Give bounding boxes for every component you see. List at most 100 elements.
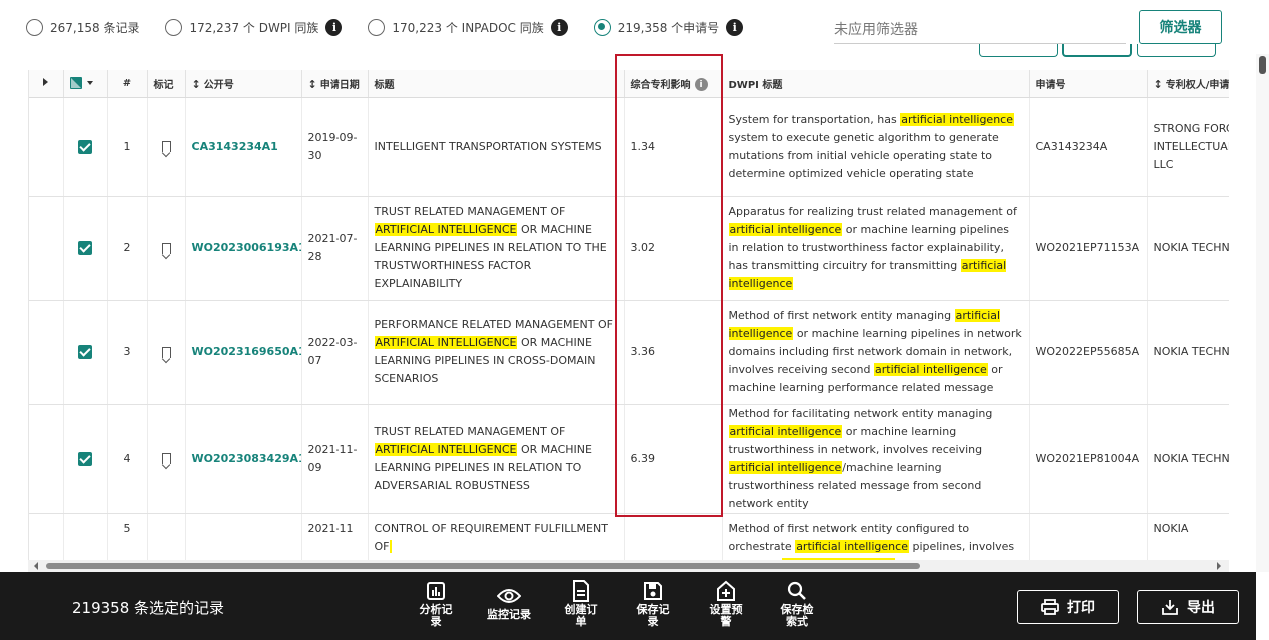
text-segment: System for transportation, has bbox=[728, 112, 901, 126]
set-alert-button[interactable]: 设置预 警 bbox=[696, 580, 756, 628]
radio-button-checked[interactable] bbox=[593, 18, 611, 36]
toolbar-button-edge[interactable] bbox=[1062, 44, 1132, 57]
header-assignee[interactable]: ↕专利权人/申请人 bbox=[1147, 70, 1229, 98]
monitor-records-button[interactable]: 监控记录 bbox=[479, 580, 539, 621]
publication-number-link[interactable]: CA3143234A1 bbox=[185, 97, 302, 197]
application-date: 2019-09-30 bbox=[301, 97, 369, 197]
mark-cell[interactable] bbox=[147, 97, 186, 197]
row-index: 1 bbox=[107, 97, 148, 197]
search-icon bbox=[787, 581, 806, 600]
radio-button[interactable] bbox=[165, 18, 183, 36]
header-publication[interactable]: ↕ 公开号 bbox=[185, 70, 302, 98]
expand-cell[interactable] bbox=[29, 196, 64, 301]
print-label: 打印 bbox=[1067, 600, 1095, 616]
select-cell[interactable] bbox=[63, 404, 108, 514]
vertical-scrollbar[interactable] bbox=[1256, 54, 1269, 572]
filter-status-field[interactable]: 未应用筛选器 bbox=[834, 12, 1126, 44]
select-cell[interactable] bbox=[63, 196, 108, 301]
radio-button[interactable] bbox=[368, 18, 386, 36]
scroll-left-icon[interactable] bbox=[34, 562, 38, 570]
select-cell[interactable] bbox=[63, 97, 108, 197]
header-app-date[interactable]: ↕ 申请日期 bbox=[301, 70, 369, 98]
expand-cell[interactable] bbox=[29, 300, 64, 405]
row-checkbox-checked[interactable] bbox=[78, 345, 92, 359]
filter-button[interactable]: 筛选器 bbox=[1139, 10, 1222, 44]
info-icon[interactable]: i bbox=[694, 78, 708, 91]
table-row[interactable]: 3 WO2023169650A1 2022-03-07 PERFORMANCE REL… bbox=[29, 300, 1229, 405]
sort-icon[interactable]: ↕ bbox=[308, 78, 317, 91]
radio-dwpi-family[interactable]: 172,237 个 DWPI 同族 i bbox=[165, 18, 343, 36]
table-row[interactable]: 4 WO2023083429A1 2021-11-09 TRUST RELATED M… bbox=[29, 404, 1229, 514]
selected-count: 219358 条选定的记录 bbox=[72, 599, 225, 617]
publication-number-link[interactable]: WO2023006193A1 bbox=[185, 196, 302, 301]
publication-number[interactable]: WO2023169650A1 bbox=[192, 345, 301, 358]
publication-number[interactable]: WO2023083429A1 bbox=[192, 452, 301, 465]
table-row[interactable]: 2 WO2023006193A1 2021-07-28 TRUST RELATED M… bbox=[29, 196, 1229, 301]
expand-cell[interactable] bbox=[29, 97, 64, 197]
select-all-checkbox-icon[interactable] bbox=[69, 77, 82, 90]
select-all-header[interactable] bbox=[63, 70, 108, 98]
export-button[interactable]: 导出 bbox=[1137, 590, 1239, 624]
table-header-row: # 标记 ↕ 公开号 ↕ 申请日期 标题 综合专利影响 i DWPI 标题 申请号 ↕… bbox=[29, 70, 1229, 98]
publication-number[interactable]: WO2023006193A1 bbox=[192, 241, 301, 254]
table-row[interactable]: 1 CA3143234A1 2019-09-30 INTELLIGENT TRANSP… bbox=[29, 97, 1229, 197]
mark-cell[interactable] bbox=[147, 404, 186, 514]
text-segment: PERFORMANCE RELATED MANAGEMENT OF bbox=[374, 318, 613, 331]
publication-number-link[interactable]: WO2023083429A1 bbox=[185, 404, 302, 514]
application-number: WO2021EP71153A bbox=[1029, 196, 1148, 301]
analyze-records-button[interactable]: 分析记 录 bbox=[406, 580, 466, 628]
row-index: 2 bbox=[107, 196, 148, 301]
header-label: 申请日期 bbox=[319, 79, 360, 91]
action-label: 监控记录 bbox=[487, 608, 531, 621]
scroll-right-icon[interactable] bbox=[1217, 562, 1221, 570]
bookmark-icon[interactable] bbox=[161, 141, 171, 152]
info-icon[interactable]: i bbox=[550, 18, 568, 36]
toolbar-button-edge[interactable] bbox=[1137, 44, 1216, 57]
dwpi-title: Method for facilitating network entity m… bbox=[722, 404, 1030, 514]
horizontal-scrollbar[interactable] bbox=[28, 560, 1229, 572]
radio-records[interactable]: 267,158 条记录 bbox=[26, 18, 139, 36]
sort-icon[interactable]: ↕ bbox=[192, 78, 201, 91]
filter-placeholder: 未应用筛选器 bbox=[834, 22, 918, 38]
radio-inpadoc-family[interactable]: 170,223 个 INPADOC 同族 i bbox=[368, 18, 568, 36]
publication-number-link[interactable] bbox=[185, 513, 302, 560]
expand-all-header[interactable] bbox=[29, 70, 64, 98]
radio-application-number[interactable]: 219,358 个申请号 i bbox=[593, 18, 744, 36]
bookmark-icon[interactable] bbox=[161, 242, 171, 254]
expand-cell[interactable] bbox=[29, 513, 64, 560]
select-cell[interactable] bbox=[63, 513, 108, 560]
expand-cell[interactable] bbox=[29, 404, 64, 514]
info-icon[interactable]: i bbox=[325, 18, 343, 36]
select-cell[interactable] bbox=[63, 300, 108, 405]
create-order-button[interactable]: 创建订 单 bbox=[551, 580, 611, 628]
sort-icon[interactable]: ↕ bbox=[1154, 78, 1163, 91]
save-records-button[interactable]: 保存记 录 bbox=[623, 580, 683, 628]
application-number: WO2022EP55685A bbox=[1029, 300, 1148, 405]
publication-number-link[interactable]: WO2023169650A1 bbox=[185, 300, 302, 405]
radio-button[interactable] bbox=[26, 18, 43, 36]
chevron-down-icon[interactable] bbox=[86, 81, 93, 86]
scrollbar-thumb[interactable] bbox=[46, 563, 920, 569]
info-icon[interactable]: i bbox=[726, 18, 744, 36]
bookmark-icon[interactable] bbox=[161, 453, 171, 464]
save-search-button[interactable]: 保存检 索式 bbox=[767, 580, 827, 628]
dwpi-title: Method of first network entity configure… bbox=[722, 513, 1030, 560]
mark-cell[interactable] bbox=[147, 513, 186, 560]
scrollbar-thumb[interactable] bbox=[1259, 56, 1266, 74]
mark-cell[interactable] bbox=[147, 300, 186, 405]
assignee: STRONG FORCE INTELLECTUAL CAPITAL LLC bbox=[1147, 97, 1229, 197]
mark-cell[interactable] bbox=[147, 196, 186, 301]
radio-label: 219,358 个申请号 bbox=[617, 20, 720, 35]
table-row[interactable]: 5 2021-11 CONTROL OF REQUIREMENT FULFILLME… bbox=[29, 513, 1229, 560]
expand-triangle-icon[interactable] bbox=[43, 77, 49, 86]
action-label: 保存记 录 bbox=[636, 603, 670, 628]
print-button[interactable]: 打印 bbox=[1017, 590, 1119, 624]
row-checkbox-checked[interactable] bbox=[78, 241, 92, 255]
toolbar-button-edge[interactable] bbox=[979, 44, 1058, 57]
publication-number[interactable]: CA3143234A1 bbox=[192, 140, 278, 153]
assignee: NOKIA TECHNOLOGIES bbox=[1147, 300, 1229, 405]
bookmark-icon[interactable] bbox=[161, 346, 171, 358]
row-checkbox-checked[interactable] bbox=[78, 451, 92, 466]
row-index: 3 bbox=[107, 300, 148, 405]
row-checkbox-checked[interactable] bbox=[78, 139, 92, 154]
